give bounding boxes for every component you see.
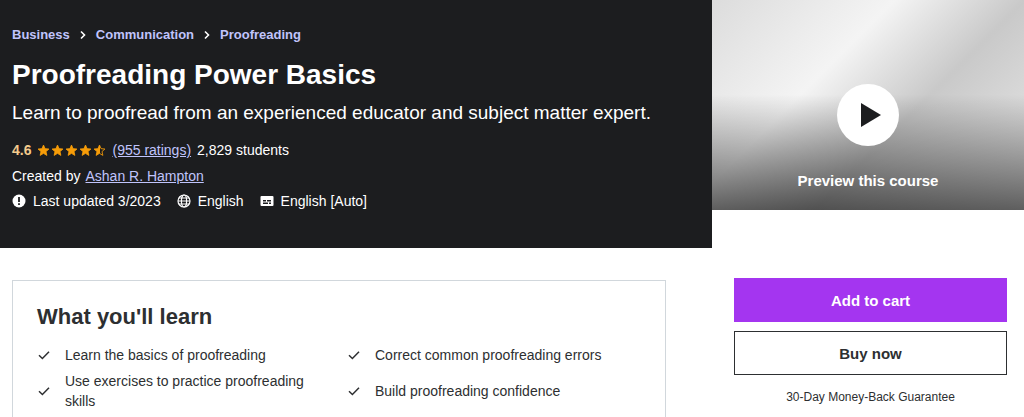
course-meta: Last updated 3/2023 English English [Auto] (12, 191, 700, 211)
star-icon (79, 144, 92, 157)
check-icon (37, 348, 51, 362)
learn-list: Learn the basics of proofreading Correct … (37, 345, 641, 411)
chevron-icon (202, 30, 212, 40)
captions: English [Auto] (260, 191, 367, 211)
learn-item: Build proofreading confidence (347, 371, 641, 411)
course-preview[interactable]: Preview this course (712, 0, 1024, 210)
buy-now-button[interactable]: Buy now (734, 331, 1007, 375)
chevron-icon (78, 30, 88, 40)
check-icon (347, 384, 361, 398)
learn-item-text: Learn the basics of proofreading (65, 345, 266, 365)
what-you-learn-box: What you'll learn Learn the basics of pro… (12, 280, 666, 417)
play-triangle (861, 103, 881, 127)
rating-row: 4.6 (955 ratings) 2,829 students (12, 140, 700, 160)
instructor-link[interactable]: Ashan R. Hampton (85, 166, 203, 186)
star-icon (93, 144, 106, 157)
language-text: English (198, 191, 244, 211)
preview-label[interactable]: Preview this course (798, 172, 939, 190)
last-updated: Last updated 3/2023 (12, 191, 161, 211)
learn-item: Correct common proofreading errors (347, 345, 641, 365)
star-icon (37, 144, 50, 157)
captions-text: English [Auto] (281, 191, 367, 211)
learn-item-text: Correct common proofreading errors (375, 345, 601, 365)
course-header: Business Communication Proofreading Proofre… (0, 0, 712, 248)
created-by-label: Created by (12, 166, 80, 186)
ratings-link[interactable]: (955 ratings) (112, 140, 191, 160)
learn-item-text: Use exercises to practice proofreading s… (65, 371, 331, 411)
rating-stars (37, 144, 106, 157)
learn-title: What you'll learn (37, 303, 641, 331)
purchase-actions: Add to cart Buy now 30-Day Money-Back Guar… (712, 210, 1024, 405)
guarantee-text: 30-Day Money-Back Guarantee (734, 389, 1007, 405)
star-icon (65, 144, 78, 157)
students-count: 2,829 students (197, 140, 289, 160)
play-icon[interactable] (837, 84, 899, 146)
main-column: Business Communication Proofreading Proofre… (0, 0, 712, 417)
rating-value: 4.6 (12, 140, 31, 160)
course-subtitle: Learn to proofread from an experienced e… (12, 100, 700, 126)
last-updated-text: Last updated 3/2023 (33, 191, 161, 211)
created-by: Created byAshan R. Hampton (12, 166, 700, 186)
add-to-cart-button[interactable]: Add to cart (734, 278, 1007, 322)
language: English (177, 191, 244, 211)
breadcrumb: Business Communication Proofreading (12, 26, 700, 44)
star-icon (51, 144, 64, 157)
check-icon (347, 348, 361, 362)
learn-item: Use exercises to practice proofreading s… (37, 371, 331, 411)
course-title: Proofreading Power Basics (12, 58, 700, 92)
purchase-card: Preview this course Add to cart Buy now 30-… (712, 0, 1024, 417)
breadcrumb-link[interactable]: Communication (96, 26, 194, 44)
breadcrumb-link[interactable]: Business (12, 26, 70, 44)
check-icon (37, 384, 51, 398)
captions-icon (260, 194, 274, 208)
learn-item-text: Build proofreading confidence (375, 381, 560, 401)
learn-item: Learn the basics of proofreading (37, 345, 331, 365)
alert-badge-icon (12, 194, 26, 208)
globe-icon (177, 194, 191, 208)
breadcrumb-link[interactable]: Proofreading (220, 26, 301, 44)
